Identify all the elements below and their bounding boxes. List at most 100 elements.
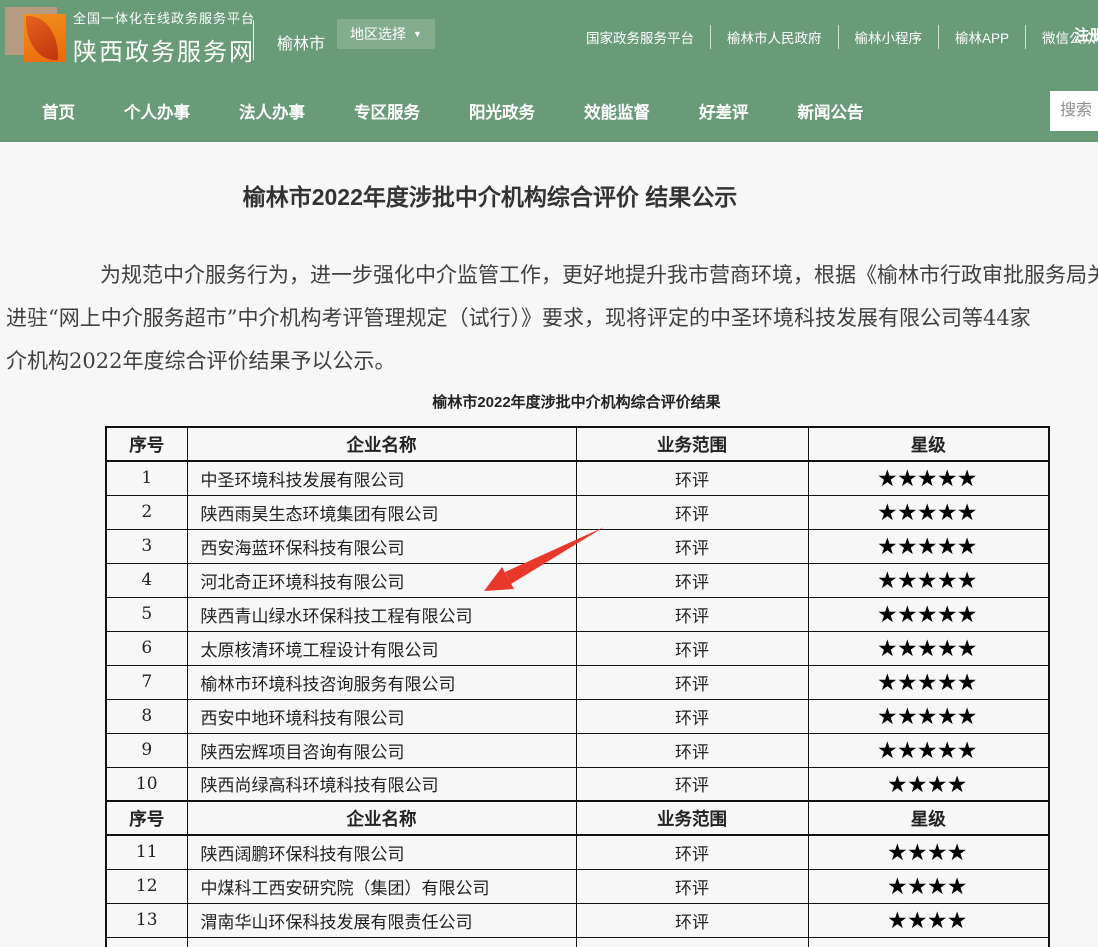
table-row: 5陕西青山绿水环保科技工程有限公司环评★★★★★ [106,597,1049,631]
header-cell: 星级 [808,801,1049,835]
evaluation-table: 序号企业名称业务范围星级1中圣环境科技发展有限公司环评★★★★★2陕西雨昊生态环… [105,426,1050,947]
cell-scope: 环评 [576,563,808,597]
cell-company: 太原核清环境工程设计有限公司 [187,631,576,665]
top-link[interactable]: 榆林小程序 [839,25,940,49]
cell-stars: ★★★★★ [808,699,1049,733]
top-link[interactable]: 榆林市人民政府 [711,25,839,49]
cell-stars: ★★★★ [808,869,1049,903]
header-cell: 序号 [106,427,187,461]
cell-no: 6 [106,631,187,665]
nav-item[interactable]: 新闻公告 [798,99,864,123]
region-select-button[interactable]: 地区选择 ▼ [337,19,435,49]
eval-table-body: 序号企业名称业务范围星级1中圣环境科技发展有限公司环评★★★★★2陕西雨昊生态环… [106,427,1049,947]
cell-stars: ★★★★ [808,835,1049,869]
cell-scope: 环评 [576,767,808,801]
cell-no: 12 [106,869,187,903]
cell-stars: ★★★★★ [808,597,1049,631]
cell-company: 中煤科工西安研究院（集团）有限公司 [187,869,576,903]
nav-item[interactable]: 阳光政务 [469,99,535,123]
cell-stars: ★★★★★ [808,461,1049,495]
header-divider [253,20,254,60]
cell-company: 陕西宏辉项目咨询有限公司 [187,733,576,767]
cell-scope: 环评 [576,631,808,665]
cell-no: 5 [106,597,187,631]
site-logo-icon [5,7,83,75]
cell-no: 13 [106,903,187,937]
cell-company: 陕西雨昊生态环境集团有限公司 [187,495,576,529]
cell-scope: 环评 [576,665,808,699]
brand-block: 全国一体化在线政务服务平台 陕西政务服务网 [73,8,255,67]
nav-item[interactable]: 法人办事 [239,99,305,123]
table-row: 12中煤科工西安研究院（集团）有限公司环评★★★★ [106,869,1049,903]
table-row: 3西安海蓝环保科技有限公司环评★★★★★ [106,529,1049,563]
cell-scope: 环评 [576,699,808,733]
table-row: 11陕西阔鹏环保科技有限公司环评★★★★ [106,835,1049,869]
cell-company: 渭南华山环保科技发展有限责任公司 [187,903,576,937]
cell-company: 中圣环境科技发展有限公司 [187,461,576,495]
nav-item[interactable]: 个人办事 [124,99,190,123]
cell [808,937,1049,947]
site-name: 陕西政务服务网 [73,32,255,67]
register-link[interactable]: 注册 [1074,24,1098,45]
cell-stars: ★★★★★ [808,665,1049,699]
nav-list: 首页 个人办事 法人办事 专区服务 阳光政务 效能监督 好差评 新闻公告 [0,80,1098,142]
nav-item[interactable]: 好差评 [699,99,749,123]
top-link[interactable]: 国家政务服务平台 [570,25,711,49]
table-row-partial [106,937,1049,947]
top-header: 全国一体化在线政务服务平台 陕西政务服务网 榆林市 地区选择 ▼ 国家政务服务平… [0,0,1098,80]
table-row: 13渭南华山环保科技发展有限责任公司环评★★★★ [106,903,1049,937]
platform-tagline: 全国一体化在线政务服务平台 [73,8,255,27]
cell-company: 西安中地环境科技有限公司 [187,699,576,733]
cell-company: 陕西尚绿高科环境科技有限公司 [187,767,576,801]
cell-company: 西安海蓝环保科技有限公司 [187,529,576,563]
cell-no: 9 [106,733,187,767]
region-select-label: 地区选择 [350,24,406,44]
main-nav: 首页 个人办事 法人办事 专区服务 阳光政务 效能监督 好差评 新闻公告 [0,80,1098,142]
header-cell: 序号 [106,801,187,835]
cell-no: 1 [106,461,187,495]
cell-stars: ★★★★ [808,767,1049,801]
paragraph-line: 介机构2022年度综合评价结果予以公示。 [0,340,1098,383]
cell-stars: ★★★★ [808,903,1049,937]
table-row: 9陕西宏辉项目咨询有限公司环评★★★★★ [106,733,1049,767]
nav-item[interactable]: 专区服务 [354,99,420,123]
cell [106,937,187,947]
header-cell: 业务范围 [576,427,808,461]
paragraph-line: 进驻“网上中介服务超市”中介机构考评管理规定（试行）》要求，现将评定的中圣环境科… [0,297,1098,340]
cell-no: 11 [106,835,187,869]
cell [187,937,576,947]
top-links: 国家政务服务平台榆林市人民政府榆林小程序榆林APP微信公众号 [570,25,1098,49]
table-row: 4河北奇正环境科技有限公司环评★★★★★ [106,563,1049,597]
current-city-label: 榆林市 [277,30,325,54]
table-row: 6太原核清环境工程设计有限公司环评★★★★★ [106,631,1049,665]
cell-no: 8 [106,699,187,733]
cell-scope: 环评 [576,835,808,869]
cell-scope: 环评 [576,495,808,529]
caret-down-icon: ▼ [413,30,422,39]
cell-no: 4 [106,563,187,597]
cell-scope: 环评 [576,597,808,631]
cell-scope: 环评 [576,903,808,937]
cell-scope: 环评 [576,461,808,495]
cell-scope: 环评 [576,733,808,767]
cell-company: 陕西青山绿水环保科技工程有限公司 [187,597,576,631]
header-cell: 企业名称 [187,801,576,835]
search-input[interactable] [1050,91,1098,131]
cell-company: 河北奇正环境科技有限公司 [187,563,576,597]
nav-item[interactable]: 首页 [42,99,75,123]
header-cell: 企业名称 [187,427,576,461]
nav-item[interactable]: 效能监督 [584,99,650,123]
header-cell: 星级 [808,427,1049,461]
table-row: 7榆林市环境科技咨询服务有限公司环评★★★★★ [106,665,1049,699]
cell-no: 3 [106,529,187,563]
table-row: 8西安中地环境科技有限公司环评★★★★★ [106,699,1049,733]
evaluation-table-wrapper: 序号企业名称业务范围星级1中圣环境科技发展有限公司环评★★★★★2陕西雨昊生态环… [105,426,1098,947]
table-row: 1中圣环境科技发展有限公司环评★★★★★ [106,461,1049,495]
header-cell: 业务范围 [576,801,808,835]
table-row: 10陕西尚绿高科环境科技有限公司环评★★★★ [106,767,1049,801]
top-link[interactable]: 榆林APP [939,25,1026,49]
cell-stars: ★★★★★ [808,631,1049,665]
cell-stars: ★★★★★ [808,495,1049,529]
cell-company: 陕西阔鹏环保科技有限公司 [187,835,576,869]
cell-scope: 环评 [576,869,808,903]
